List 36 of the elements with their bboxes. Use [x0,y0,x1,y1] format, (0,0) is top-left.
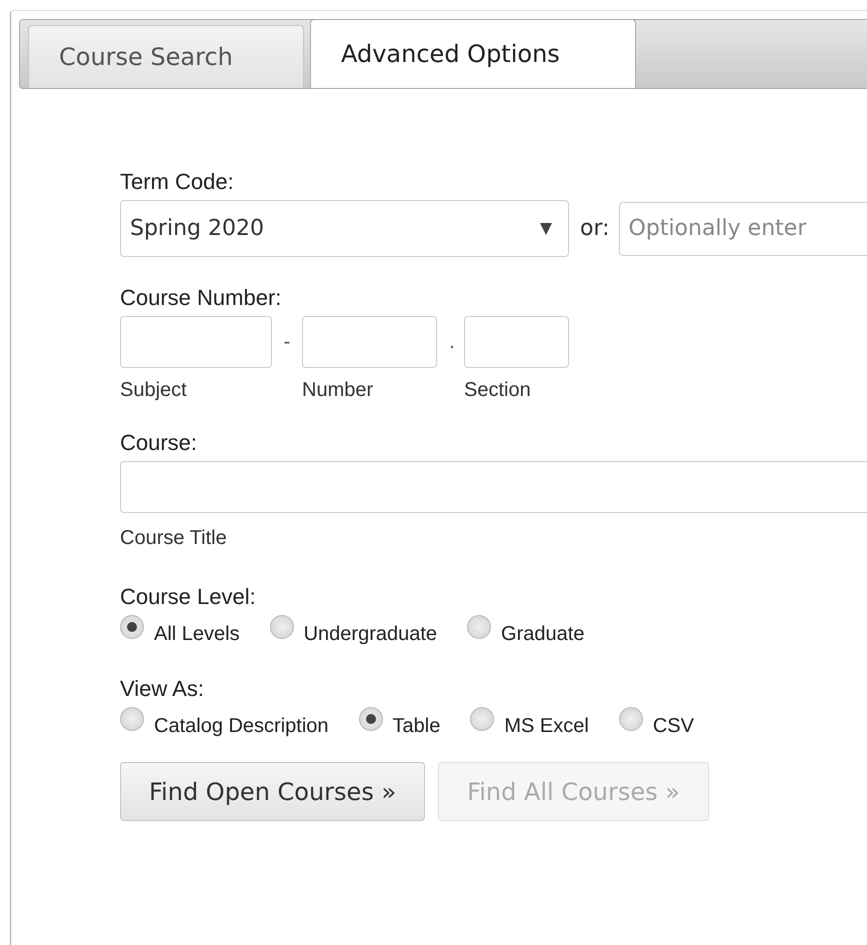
tab[interactable]: Advanced Options [310,19,636,88]
find-open-button[interactable]: Find Open Courses » [120,762,426,821]
radio-button[interactable] [270,615,294,639]
field-label: Course Level: [120,584,257,610]
radio-button[interactable] [618,707,643,731]
input-field[interactable] [302,316,437,368]
field-label: View As: [120,676,205,702]
or-label: or: [580,216,610,241]
radio-button[interactable] [470,707,494,731]
field-caption: Course Title [120,527,228,550]
option-label: Graduate [501,623,584,646]
separator-text: - [282,330,292,355]
course-input-field[interactable] [120,461,867,513]
input-field[interactable] [120,316,272,368]
separator-text: . [448,330,456,355]
radio-button[interactable] [467,615,492,639]
field-label: Course: [120,430,198,456]
option-label: CSV [652,715,694,738]
radio-button[interactable] [120,615,144,639]
radio-button[interactable] [120,707,144,731]
field-label: Term Code: [120,169,235,195]
option-label: Catalog Description [154,715,329,738]
option-label: MS Excel [504,715,589,738]
field-label: Course Number: [120,285,282,311]
term-select[interactable]: Spring 2020 [120,200,569,257]
term-input-field[interactable]: Optionally enter [618,202,867,256]
radio-button[interactable] [358,707,383,731]
caret-icon [540,222,552,234]
option-label: All Levels [154,623,240,646]
input-field[interactable] [464,316,569,368]
field-caption: Subject [120,379,188,402]
tab[interactable]: Course Search [28,25,304,88]
option-label: Undergraduate [304,623,438,646]
option-label: Table [392,715,440,738]
field-caption: Number [302,379,374,402]
field-caption: Section [464,379,532,402]
